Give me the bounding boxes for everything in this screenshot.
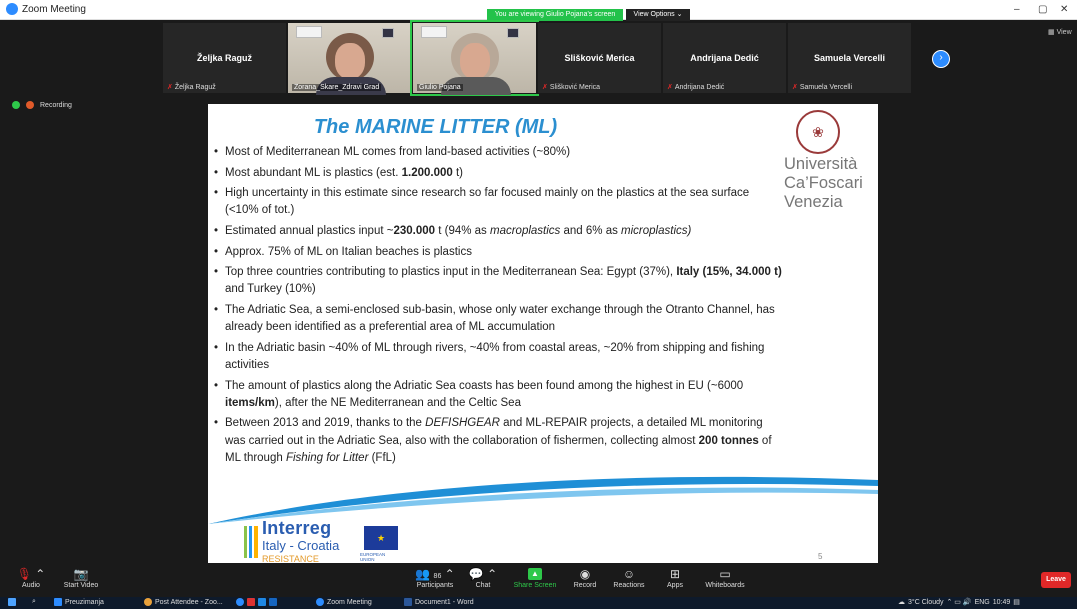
muted-mic-icon: ✗ [167,84,173,91]
download-icon [54,598,62,606]
participant-name: Samuela Vercelli [813,53,886,63]
whiteboard-icon: ▭ [719,567,731,581]
security-shield-icon [12,101,20,109]
participant-label: ✗ Samuela Vercelli [792,84,853,91]
meeting-controls: 🎙 ⌃ Audio 📷 Start Video 👥 86 ⌃ Participants… [0,563,1077,597]
participant-tile[interactable]: Andrijana Dedić ✗ Andrijana Dedić [662,22,787,94]
wall-poster [382,28,394,38]
slide-bullet: The amount of plastics along the Adriati… [214,378,782,412]
university-seal-icon: ❀ [796,110,840,154]
university-logo: ❀ Università Ca’Foscari Venezia [784,110,876,211]
taskbar-item[interactable]: Preuzimanja [54,598,104,606]
audio-button[interactable]: 🎙 ⌃ Audio [6,566,56,589]
slide-bullet: Approx. 75% of ML on Italian beaches is … [214,244,782,261]
muted-mic-icon: ✗ [667,84,673,91]
participant-gallery: Željka Raguž ✗ Željka Raguž Zorana_Skare_… [162,20,912,96]
viewing-screen-banner: You are viewing Giulio Pojana's screen [487,9,623,21]
eu-flag-icon: ★ [364,526,398,550]
participant-name: Slišković Merica [564,53,635,63]
share-screen-button[interactable]: ▲ Share Screen [510,566,560,589]
record-icon: ◉ [579,567,591,581]
shared-slide: The MARINE LITTER (ML) ❀ Università Ca’F… [208,104,878,576]
minimize-icon[interactable]: – [1014,4,1020,15]
active-speaker-video-tile[interactable]: Giulio Pojana [410,20,539,96]
muted-mic-icon: ✗ [542,84,548,91]
apps-button[interactable]: ⊞ Apps [650,566,700,589]
slide-bullet: In the Adriatic basin ~40% of ML through… [214,340,782,374]
recording-label: Recording [40,101,72,109]
taskbar-app-icons[interactable] [236,598,277,606]
windows-taskbar: ⌕ Preuzimanja Post Attendee - Zoo... Zoo… [0,597,1077,609]
browser-icon [144,598,152,606]
view-options-button[interactable]: View Options ⌄ [626,9,690,21]
participants-icon: 👥 86 ⌃ [415,567,455,581]
slide-bullet: Top three countries contributing to plas… [214,264,782,298]
university-name-line: Ca’Foscari [784,174,863,192]
taskbar-item[interactable]: Document1 - Word [404,598,474,606]
slide-title: The MARINE LITTER (ML) [313,116,558,138]
video-off-icon: 📷 [73,567,89,581]
participant-tile[interactable]: Slišković Merica ✗ Slišković Merica [537,22,662,94]
recording-indicator[interactable]: Recording [12,101,72,109]
taskbar-item[interactable]: Post Attendee - Zoo... [144,598,223,606]
close-icon[interactable]: ✕ [1060,4,1068,15]
slide-bullet: Between 2013 and 2019, thanks to the DEF… [214,415,782,467]
university-name-line: Venezia [784,193,843,211]
next-page-arrow-icon[interactable]: › [932,50,950,68]
slide-bullet-list: Most of Mediterranean ML comes from land… [214,144,782,470]
participant-name: Željka Raguž [196,53,252,63]
grid-icon: ▦ [1048,29,1055,36]
slide-bullet: Estimated annual plastics input ~230.000… [214,223,782,240]
cloud-icon: ☁ [898,599,905,606]
start-menu-icon[interactable] [8,598,16,606]
decorative-wave [208,476,878,524]
participant-label: ✗ Slišković Merica [542,84,601,91]
participant-name: Andrijana Dedić [690,53,759,63]
slide-page-number: 5 [818,552,823,561]
search-icon[interactable]: ⌕ [32,598,36,606]
participants-button[interactable]: 👥 86 ⌃ Participants [410,566,460,589]
leave-button[interactable]: Leave [1041,572,1071,588]
share-screen-icon: ▲ [528,568,542,580]
record-button[interactable]: ◉ Record [560,566,610,589]
app-title: Zoom Meeting [6,3,86,15]
participant-label: ✗ Andrijana Dedić [667,84,725,91]
participant-label: ✗ Željka Raguž [167,84,216,91]
participant-tile[interactable]: Željka Raguž ✗ Željka Raguž [162,22,287,94]
wall-poster [421,26,447,38]
slide-bullet: Most of Mediterranean ML comes from land… [214,144,782,161]
reactions-button[interactable]: ☺ Reactions [604,566,654,589]
participant-label: Giulio Pojana [417,84,463,91]
slide-bullet: The Adriatic Sea, a semi-enclosed sub-ba… [214,302,782,336]
wall-poster [507,28,519,38]
word-icon [404,598,412,606]
chat-button[interactable]: 💬 ⌃ Chat [458,566,508,589]
view-button[interactable]: ▦ View [1048,28,1072,36]
wall-poster [296,26,322,38]
notification-icon: ▤ [1013,599,1020,606]
participant-video-tile[interactable]: Zorana_Skare_Zdravi Grad [287,22,412,95]
start-video-button[interactable]: 📷 Start Video [56,566,106,589]
microphone-icon: 🎙 ⌃ [16,567,46,581]
slide-bullet: Most abundant ML is plastics (est. 1.200… [214,165,782,182]
zoom-logo-icon [6,3,18,15]
window-title: Zoom Meeting [22,3,86,15]
taskbar-item[interactable]: Zoom Meeting [316,598,372,606]
participant-label: Zorana_Skare_Zdravi Grad [292,84,382,91]
system-tray[interactable]: ☁ 3°C Cloudy ⌃ ▭ 🔊 ENG 10:49 ▤ [898,598,1020,607]
maximize-icon[interactable]: ▢ [1038,4,1047,15]
participant-tile[interactable]: Samuela Vercelli ✗ Samuela Vercelli [787,22,912,94]
apps-icon: ⊞ [669,567,681,581]
muted-mic-icon: ✗ [792,84,798,91]
reactions-icon: ☺ [622,567,636,581]
zoom-icon [316,598,324,606]
whiteboards-button[interactable]: ▭ Whiteboards [700,566,750,589]
slide-bullet: High uncertainty in this estimate since … [214,185,782,219]
recording-dot-icon [26,101,34,109]
university-name-line: Università [784,155,858,173]
chat-icon: 💬 ⌃ [468,567,498,581]
